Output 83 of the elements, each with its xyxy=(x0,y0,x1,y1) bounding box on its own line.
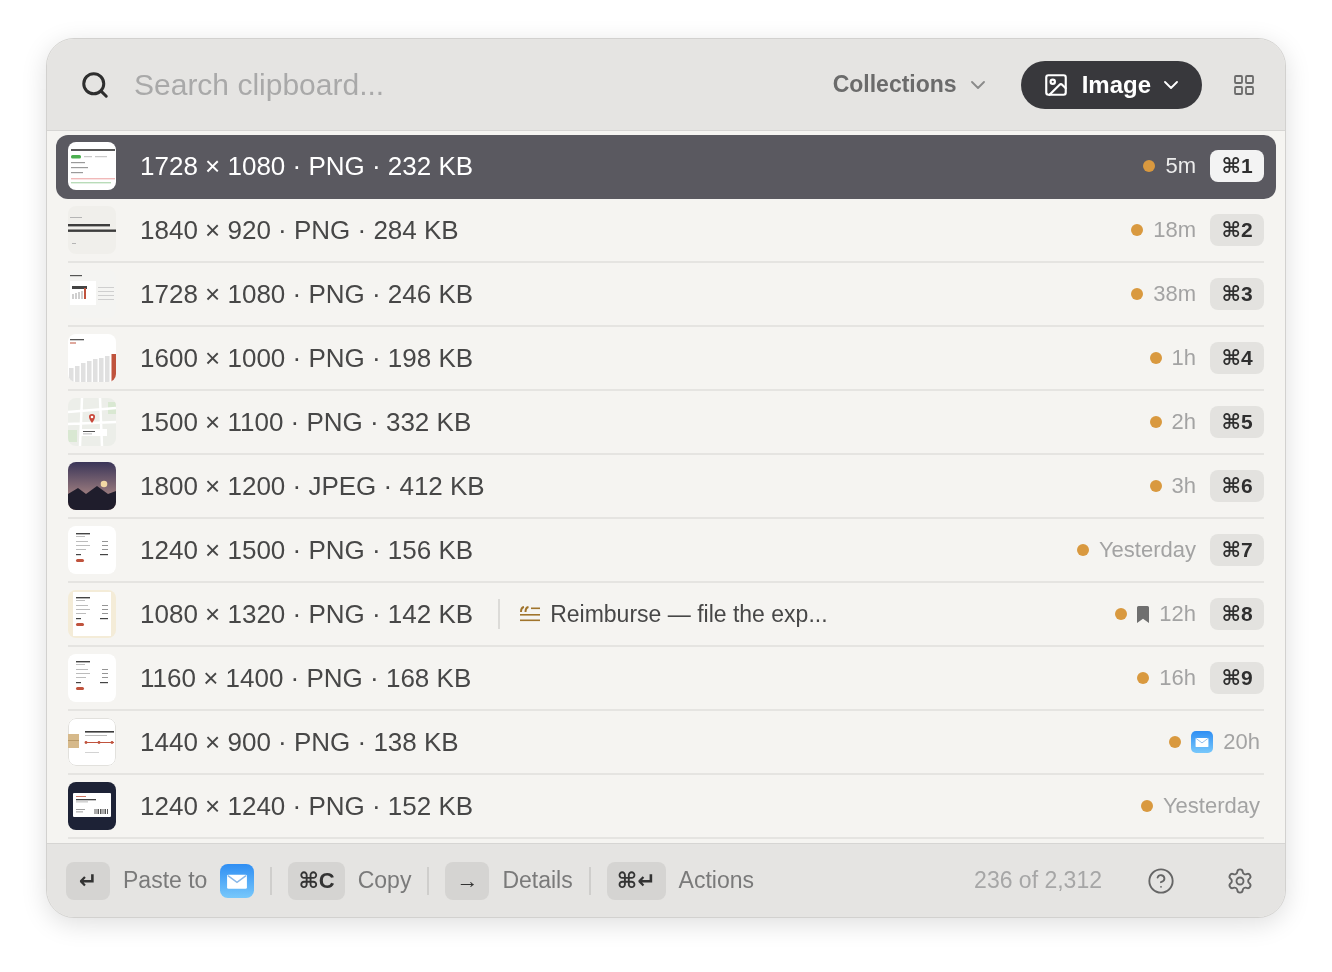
image-info: 1440 × 900 · PNG · 138 KB xyxy=(140,726,459,758)
status-dot-icon xyxy=(1115,608,1128,620)
image-info: 1840 × 920 · PNG · 284 KB xyxy=(140,214,459,246)
image-info: 1600 × 1000 · PNG · 198 KB xyxy=(140,342,474,374)
settings-icon xyxy=(1226,866,1254,895)
time-label: 16h xyxy=(1159,665,1196,691)
list-row[interactable]: 1600 × 1000 · PNG · 198 KB 1h ⌘4 xyxy=(56,327,1276,391)
list-row[interactable]: 1240 × 1240 · PNG · 152 KB Yesterday xyxy=(56,775,1276,839)
headline-thumbnail-drawing xyxy=(68,206,116,254)
note-text: Reimburse — file the exp... xyxy=(550,600,828,628)
list-row[interactable]: 1160 × 1400 · PNG · 168 KB 16h ⌘9 xyxy=(56,647,1276,711)
document-thumbnail-drawing xyxy=(68,142,116,190)
key-hint[interactable]: ⌘C xyxy=(288,861,345,900)
time-label: 3h xyxy=(1171,473,1196,499)
time-label: 5m xyxy=(1165,153,1196,179)
landscape-thumbnail-drawing xyxy=(68,462,116,510)
search-icon xyxy=(80,69,110,100)
ticket-thumbnail-drawing xyxy=(68,782,116,830)
shortcut-key: ⌘8 xyxy=(1210,598,1264,630)
list-row[interactable]: 1800 × 1200 · JPEG · 412 KB 3h ⌘6 xyxy=(56,455,1276,519)
item-count: 236 of 2,312 xyxy=(974,867,1102,894)
shortcut-key: ⌘2 xyxy=(1210,214,1264,246)
receipt-thumbnail-drawing xyxy=(68,654,116,702)
grid-view-button[interactable] xyxy=(1232,72,1256,97)
bar-chart-thumbnail-drawing xyxy=(68,334,116,382)
image-info: 1800 × 1200 · JPEG · 412 KB xyxy=(140,470,485,502)
status-dot-icon xyxy=(1149,416,1162,428)
help-button[interactable] xyxy=(1147,866,1175,895)
status-dot-icon xyxy=(1140,800,1153,812)
status-dot-icon xyxy=(1149,352,1162,364)
shortcut-key: ⌘5 xyxy=(1210,406,1264,438)
map-thumbnail-drawing xyxy=(68,398,116,446)
shortcut-key: ⌘1 xyxy=(1210,150,1264,182)
key-hint[interactable]: ↵ xyxy=(66,861,110,900)
time-label: 12h xyxy=(1159,601,1196,627)
list-row[interactable]: 1728 × 1080 · PNG · 232 KB 5m ⌘1 xyxy=(56,135,1276,199)
key-hint[interactable]: → xyxy=(445,861,490,900)
shortcut-key: ⌘3 xyxy=(1210,278,1264,310)
status-dot-icon xyxy=(1131,224,1144,236)
filter-dropdown[interactable]: Image xyxy=(1020,60,1202,109)
list-row[interactable]: 1080 × 1320 · PNG · 142 KB Reimburse — file the exp... 12h ⌘8 xyxy=(56,583,1276,647)
time-label: Yesterday xyxy=(1098,537,1196,563)
image-info: 1240 × 1500 · PNG · 156 KB xyxy=(140,534,474,566)
shortcut-key: ⌘7 xyxy=(1210,534,1264,566)
grid-icon xyxy=(1232,72,1256,97)
status-dot-icon xyxy=(1143,160,1156,172)
receipt-thumbnail-drawing xyxy=(68,590,116,638)
help-icon xyxy=(1147,866,1175,895)
time-label: 18m xyxy=(1153,217,1196,243)
key-hint[interactable]: ⌘↵ xyxy=(606,861,666,900)
shortcut-key: ⌘4 xyxy=(1210,342,1264,374)
status-dot-icon xyxy=(1169,736,1182,748)
search-field[interactable]: Search clipboard... xyxy=(134,67,833,102)
image-info: 1728 × 1080 · PNG · 246 KB xyxy=(140,278,474,310)
image-info: 1080 × 1320 · PNG · 142 KB xyxy=(140,598,474,630)
image-info: 1500 × 1100 · PNG · 332 KB xyxy=(140,406,472,438)
chevron-icon xyxy=(1164,80,1178,89)
shortcut-key: ⌘6 xyxy=(1210,470,1264,502)
time-label: 2h xyxy=(1171,409,1196,435)
image-icon xyxy=(1042,71,1069,98)
list-row[interactable]: 1840 × 920 · PNG · 284 KB 18m ⌘2 xyxy=(56,199,1276,263)
time-label: Yesterday xyxy=(1162,793,1260,819)
time-label: 38m xyxy=(1153,281,1196,307)
list-row[interactable]: 1500 × 1100 · PNG · 332 KB 2h ⌘5 xyxy=(56,391,1276,455)
image-info: 1240 × 1240 · PNG · 152 KB xyxy=(140,790,474,822)
package-thumbnail-drawing xyxy=(68,718,116,766)
status-dot-icon xyxy=(1137,672,1150,684)
time-label: 20h xyxy=(1223,729,1260,755)
status-dot-icon xyxy=(1076,544,1089,556)
chevron-icon xyxy=(970,80,985,89)
settings-button[interactable] xyxy=(1226,866,1254,895)
list-row[interactable]: 1240 × 1500 · PNG · 156 KB Yesterday ⌘7 xyxy=(56,519,1276,583)
status-dot-icon xyxy=(1131,288,1144,300)
receipt-thumbnail-drawing xyxy=(68,526,116,574)
image-info: 1160 × 1400 · PNG · 168 KB xyxy=(140,662,472,694)
time-label: 1h xyxy=(1171,345,1196,371)
shortcut-key: ⌘9 xyxy=(1210,662,1264,694)
collections-dropdown[interactable]: Collections xyxy=(832,71,985,98)
note-icon xyxy=(520,605,541,623)
status-dot-icon xyxy=(1149,480,1162,492)
list-row[interactable]: 1440 × 900 · PNG · 138 KB 20h xyxy=(56,711,1276,775)
image-info: 1728 × 1080 · PNG · 232 KB xyxy=(140,150,474,182)
list-row[interactable]: 1728 × 1080 · PNG · 246 KB 38m ⌘3 xyxy=(56,263,1276,327)
